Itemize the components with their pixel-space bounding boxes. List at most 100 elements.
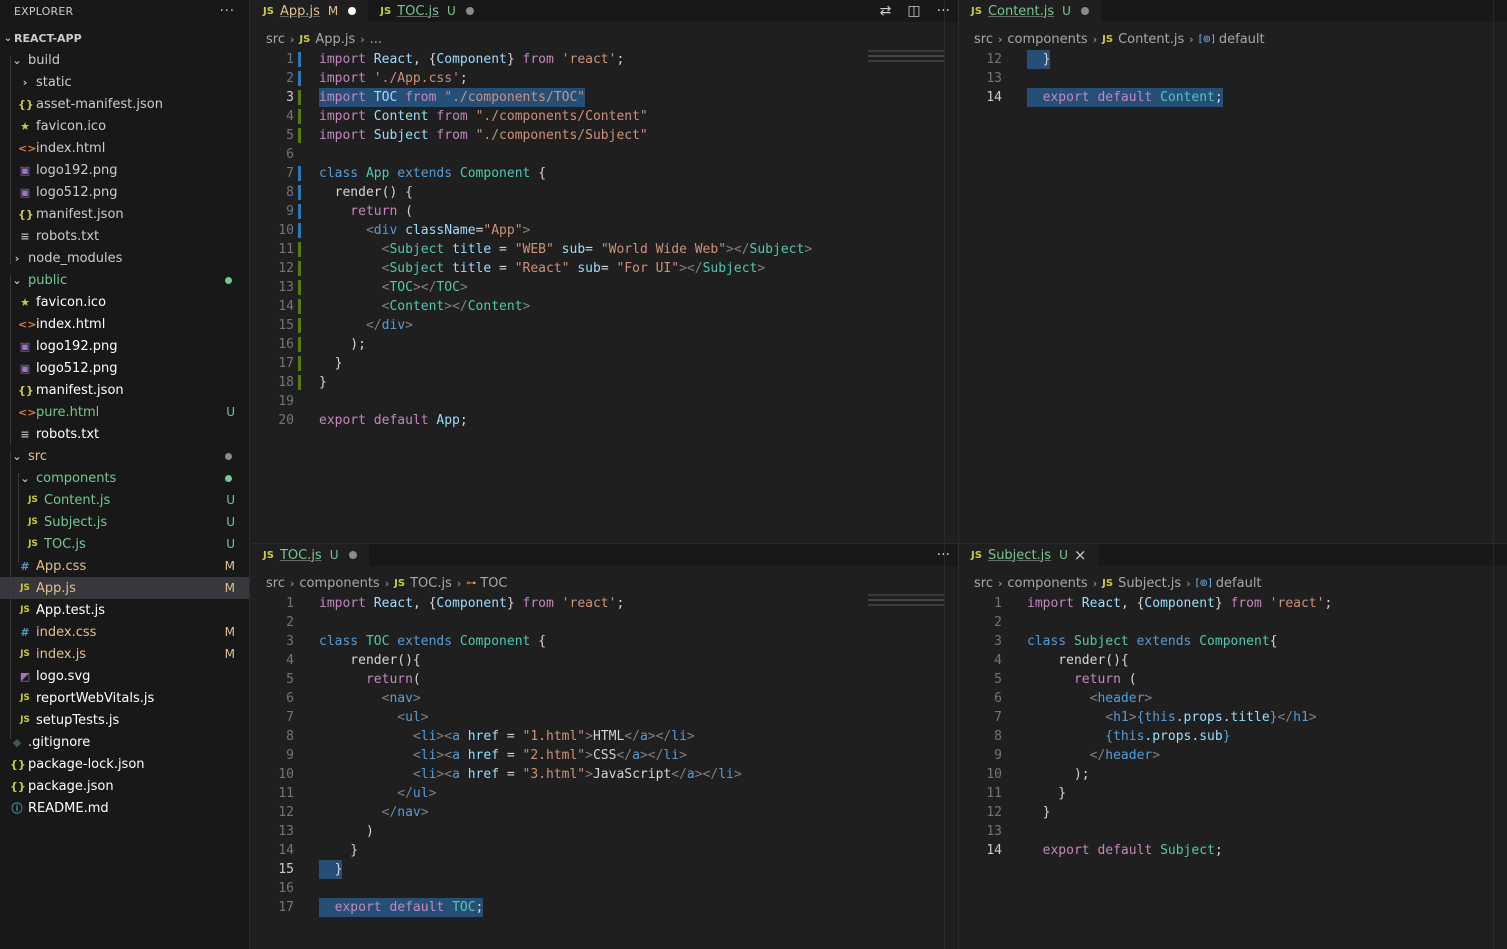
breadcrumb-item[interactable]: ...	[370, 32, 382, 47]
breadcrumb-item[interactable]: src	[974, 576, 993, 591]
tree-item-robots-txt[interactable]: ≡ robots.txt	[0, 225, 249, 247]
tree-item-logo192-png[interactable]: ▣ logo192.png	[0, 335, 249, 357]
code-token: <	[1027, 710, 1114, 725]
breadcrumb-item[interactable]: src	[974, 32, 993, 47]
tree-item-node-modules[interactable]: › node_modules	[0, 247, 249, 269]
tree-item-app-js[interactable]: JS App.js M	[0, 577, 249, 599]
code-token: <	[319, 767, 421, 782]
breadcrumb-item[interactable]: TOC	[480, 576, 507, 591]
vertical-scrollbar[interactable]	[944, 0, 958, 543]
minimap[interactable]	[868, 50, 944, 90]
tree-item-logo192-png[interactable]: ▣ logo192.png	[0, 159, 249, 181]
tree-item-asset-manifest-json[interactable]: {} asset-manifest.json	[0, 93, 249, 115]
code-token: sub	[561, 242, 586, 257]
compare-changes-icon[interactable]: ⇄	[880, 3, 892, 19]
code-text: class App extends Component {	[319, 164, 546, 183]
tree-item-manifest-json[interactable]: {} manifest.json	[0, 379, 249, 401]
tree-item-src[interactable]: ⌄ src	[0, 445, 249, 467]
tree-item-app-css[interactable]: # App.css M	[0, 555, 249, 577]
tree-item-setuptests-js[interactable]: JS setupTests.js	[0, 709, 249, 731]
code-text: <li><a href = "3.html">JavaScript</a></l…	[319, 765, 742, 784]
breadcrumb-item[interactable]: src	[266, 576, 285, 591]
tree-item-favicon-ico[interactable]: ★ favicon.ico	[0, 115, 249, 137]
breadcrumb-item[interactable]: components	[1007, 576, 1087, 591]
tree-item-logo512-png[interactable]: ▣ logo512.png	[0, 357, 249, 379]
line-number: 14	[278, 843, 294, 858]
tree-item-reportwebvitals-js[interactable]: JS reportWebVitals.js	[0, 687, 249, 709]
tab-subject-js[interactable]: JS Subject.js U ×	[959, 544, 1099, 566]
vertical-scrollbar[interactable]	[1493, 544, 1507, 949]
unsaved-dot-icon[interactable]	[465, 7, 474, 15]
unsaved-dot-icon[interactable]	[348, 551, 357, 559]
breadcrumb-item[interactable]: components	[1007, 32, 1087, 47]
tree-item-index-html[interactable]: <> index.html	[0, 137, 249, 159]
tree-item-components[interactable]: ⌄ components	[0, 467, 249, 489]
tree-item-package-lock-json[interactable]: {} package-lock.json	[0, 753, 249, 775]
code-token: </	[1277, 710, 1294, 725]
tree-item-app-test-js[interactable]: JS App.test.js	[0, 599, 249, 621]
unsaved-dot-icon[interactable]	[1080, 7, 1089, 15]
minimap[interactable]	[868, 594, 944, 634]
tab-content-js[interactable]: JS Content.js U	[959, 0, 1101, 22]
breadcrumb-item[interactable]: Subject.js	[1118, 576, 1181, 591]
explorer-more-icon[interactable]: ···	[220, 4, 235, 19]
tree-item-logo-svg[interactable]: ◩ logo.svg	[0, 665, 249, 687]
code-token: "3.html"	[522, 767, 586, 782]
tree-item-manifest-json[interactable]: {} manifest.json	[0, 203, 249, 225]
tree-item-package-json[interactable]: {} package.json	[0, 775, 249, 797]
code-area[interactable]: 1 import React, {Component} from 'react';…	[959, 594, 1507, 860]
tree-item-pure-html[interactable]: <> pure.html U	[0, 401, 249, 423]
tree-item-public[interactable]: ⌄ public	[0, 269, 249, 291]
code-token: div	[381, 318, 406, 333]
breadcrumb-item[interactable]: TOC.js	[410, 576, 452, 591]
tree-item-build[interactable]: ⌄ build	[0, 49, 249, 71]
line-number: 3	[286, 90, 294, 105]
tree-item-readme-md[interactable]: ⓘ README.md	[0, 797, 249, 819]
tree-item-static[interactable]: › static	[0, 71, 249, 93]
project-root[interactable]: ⌄ REACT-APP	[0, 27, 249, 49]
breadcrumb-item[interactable]: default	[1219, 32, 1265, 47]
tab-app-js[interactable]: JS App.js M	[251, 0, 369, 22]
tree-item-index-css[interactable]: # index.css M	[0, 621, 249, 643]
code-token: "World Wide Web"	[600, 242, 727, 257]
code-token: import	[319, 52, 374, 67]
vertical-split-divider[interactable]	[958, 0, 959, 949]
tree-item-label: Subject.js	[44, 514, 108, 530]
line-number: 5	[994, 672, 1002, 687]
code-token: =	[506, 748, 523, 763]
code-token: <	[319, 710, 406, 725]
tree-item--gitignore[interactable]: ◆ .gitignore	[0, 731, 249, 753]
horizontal-split-divider[interactable]	[251, 543, 1507, 544]
code-area[interactable]: 1 import React, {Component} from 'react';…	[251, 594, 958, 917]
tree-item-robots-txt[interactable]: ≡ robots.txt	[0, 423, 249, 445]
code-area[interactable]: 12 } 13 14 export default Content;	[959, 50, 1507, 107]
close-icon[interactable]: ×	[1074, 546, 1087, 564]
line-number: 6	[286, 147, 294, 162]
code-token: Subject	[389, 242, 453, 257]
tree-item-favicon-ico[interactable]: ★ favicon.ico	[0, 291, 249, 313]
vertical-scrollbar[interactable]	[1493, 0, 1507, 543]
breadcrumb-item[interactable]: App.js	[315, 32, 355, 47]
tree-item-toc-js[interactable]: JS TOC.js U	[0, 533, 249, 555]
split-editor-icon[interactable]: ◫	[907, 3, 920, 19]
tab-toc-js[interactable]: JS TOC.js U	[251, 544, 369, 566]
tree-item-logo512-png[interactable]: ▣ logo512.png	[0, 181, 249, 203]
tree-item-label: setupTests.js	[36, 712, 120, 728]
unsaved-dot-icon[interactable]	[348, 7, 357, 15]
tree-item-index-js[interactable]: JS index.js M	[0, 643, 249, 665]
vertical-scrollbar[interactable]	[944, 544, 958, 949]
tree-item-subject-js[interactable]: JS Subject.js U	[0, 511, 249, 533]
code-text: <li><a href = "1.html">HTML</a></li>	[319, 727, 695, 746]
tree-item-index-html[interactable]: <> index.html	[0, 313, 249, 335]
tab-toc-js[interactable]: JS TOC.js U	[368, 0, 486, 22]
breadcrumb-item[interactable]: src	[266, 32, 285, 47]
code-token: .	[1222, 710, 1231, 725]
breadcrumb-item[interactable]: default	[1216, 576, 1262, 591]
breadcrumb-item[interactable]: Content.js	[1118, 32, 1184, 47]
breadcrumb-item[interactable]: components	[299, 576, 379, 591]
line-number: 17	[278, 356, 294, 371]
tree-item-content-js[interactable]: JS Content.js U	[0, 489, 249, 511]
code-area[interactable]: 1 import React, {Component} from 'react';…	[251, 50, 958, 430]
code-text: <Content></Content>	[319, 297, 531, 316]
code-line: 10 <li><a href = "3.html">JavaScript</a>…	[251, 765, 958, 784]
